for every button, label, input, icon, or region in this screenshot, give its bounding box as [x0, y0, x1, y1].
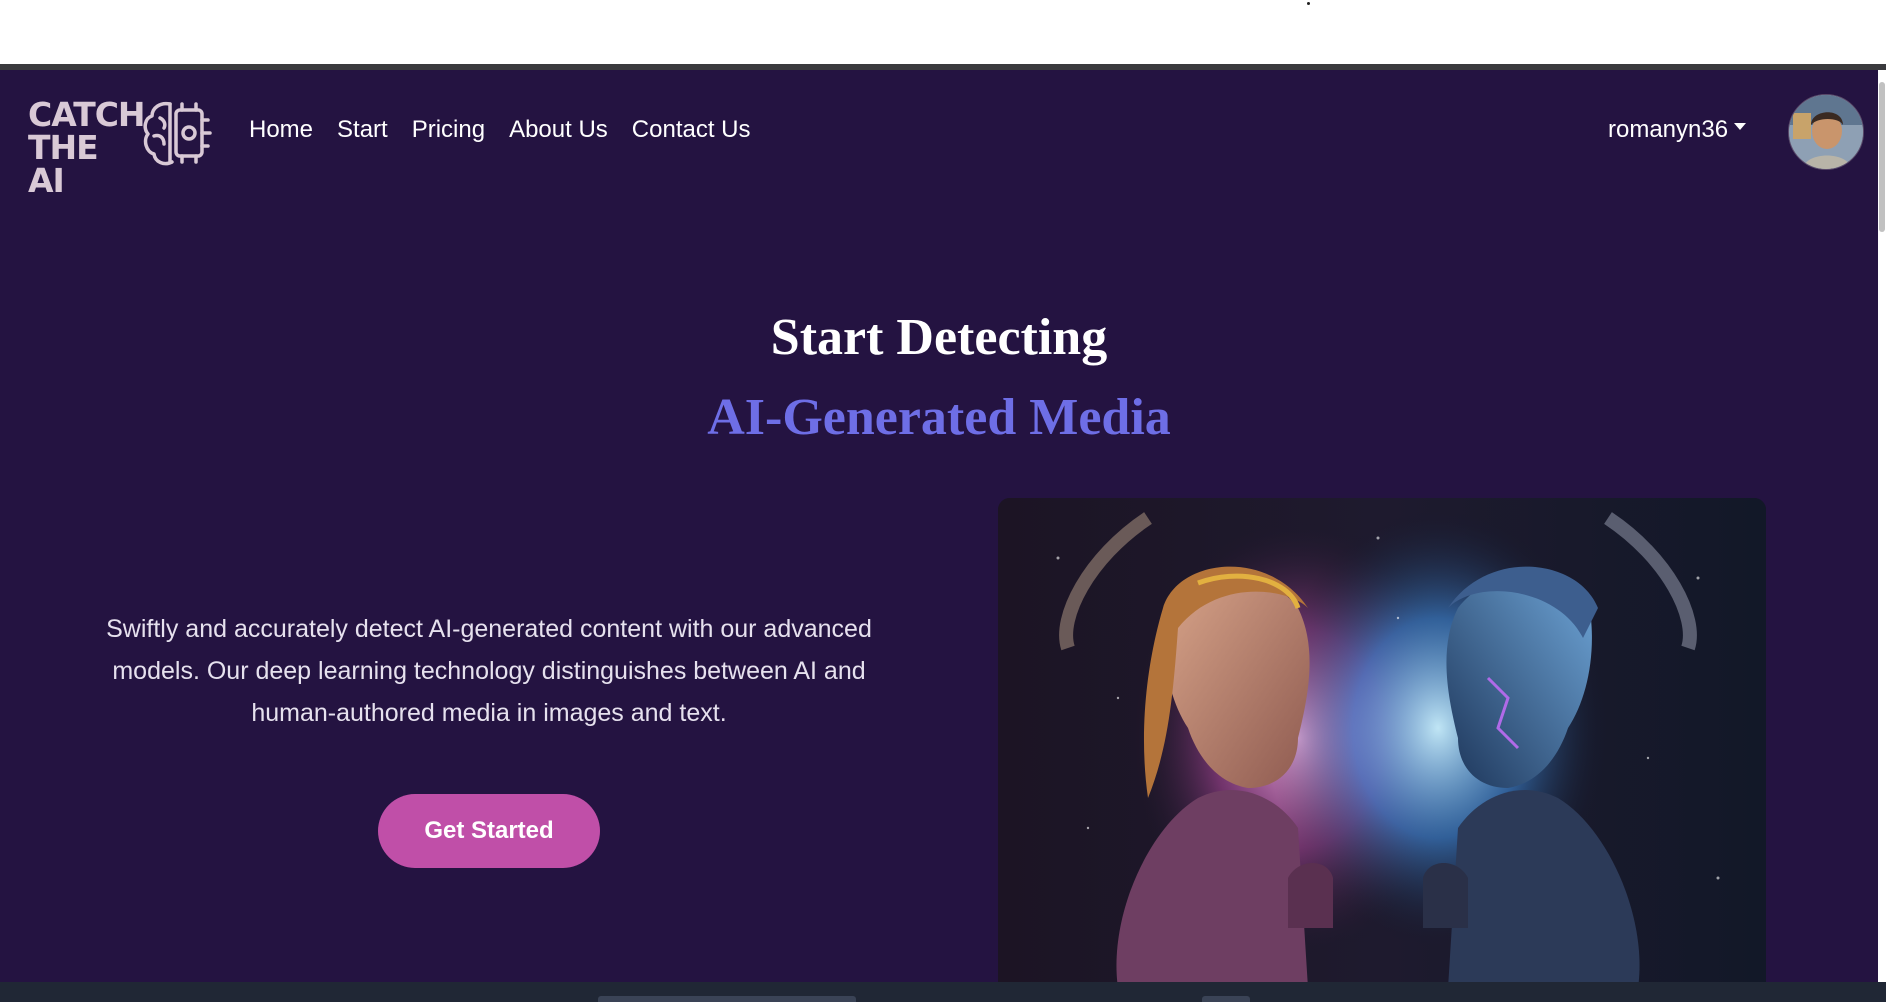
user-avatar-image [1789, 95, 1863, 169]
logo-wordmark: CATCH THE AI [28, 95, 146, 200]
nav-start[interactable]: Start [337, 116, 388, 144]
nav-pricing[interactable]: Pricing [412, 116, 485, 144]
window-top-area [0, 0, 1886, 64]
main-nav: Home Start Pricing About Us Contact Us [249, 116, 775, 144]
get-started-button[interactable]: Get Started [378, 794, 600, 868]
taskbar-item[interactable] [598, 996, 856, 1002]
hero-illustration [998, 498, 1766, 982]
scrollbar-thumb[interactable] [1879, 82, 1885, 232]
nav-about-us[interactable]: About Us [509, 116, 608, 144]
hero-subtitle: AI-Generated Media [707, 389, 1171, 446]
brain-chip-icon [143, 101, 212, 166]
avatar[interactable] [1788, 94, 1864, 170]
username-label: romanyn36 [1608, 116, 1729, 143]
logo-line-2: THE AI [28, 128, 99, 200]
human-vs-robot-image [998, 498, 1766, 982]
user-dropdown[interactable]: romanyn36 [1608, 116, 1747, 144]
caret-down-icon [1734, 122, 1747, 130]
taskbar-item[interactable] [1202, 996, 1250, 1002]
nav-contact-us[interactable]: Contact Us [632, 116, 751, 144]
hero-title: Start Detecting [770, 309, 1108, 366]
taskbar [0, 982, 1886, 1002]
nav-home[interactable]: Home [249, 116, 313, 144]
site-logo[interactable]: CATCH THE AI [28, 98, 213, 197]
cursor-dot [1307, 2, 1310, 5]
logo-line-1: CATCH [28, 95, 146, 134]
landing-page: CATCH THE AI Home Start Pricing About Us… [0, 70, 1878, 982]
hero-description: Swiftly and accurately detect AI-generat… [106, 615, 872, 727]
